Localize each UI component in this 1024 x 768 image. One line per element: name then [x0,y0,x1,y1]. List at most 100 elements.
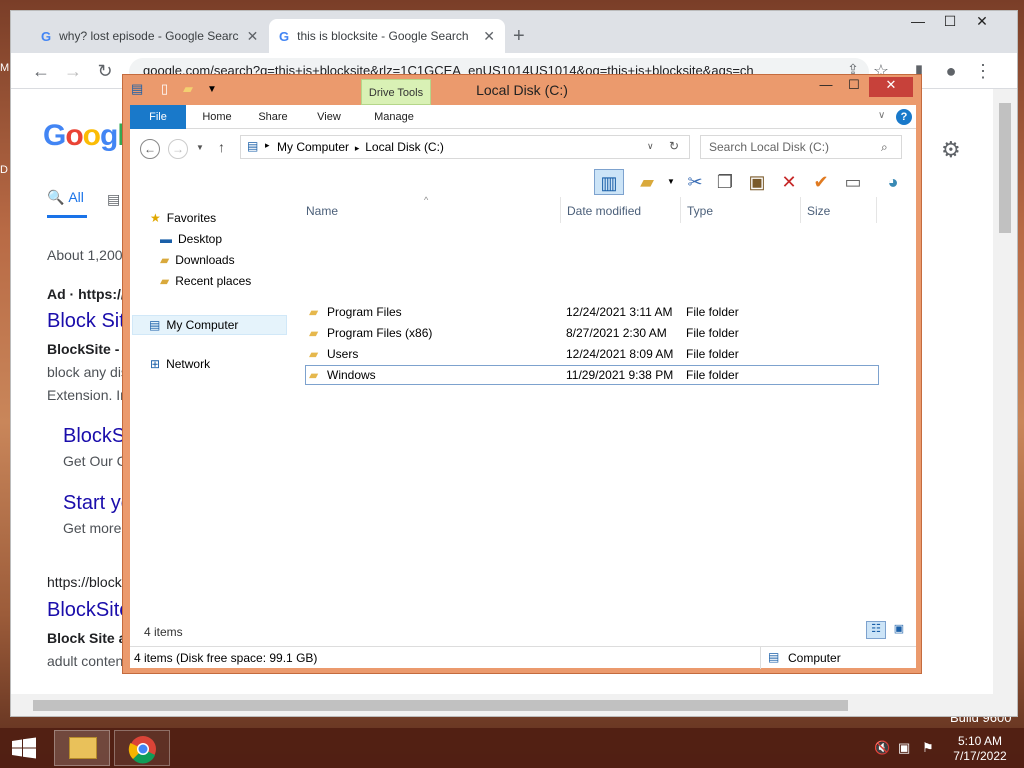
forward-icon[interactable]: → [63,61,83,82]
tab-manage[interactable]: Manage [366,105,422,129]
explorer-content: ★ Favorites ▬ Desktop ▰ Downloads ▰ Recent p… [130,195,916,645]
network-tray-icon[interactable]: ▣ [898,740,910,756]
nav-favorites[interactable]: ★ Favorites [150,211,216,225]
cut-icon[interactable]: ✂ [682,169,708,195]
folder-icon: ▰ [309,347,319,361]
folder-icon: ▰ [309,326,319,340]
globe-icon[interactable]: ◕ [880,169,906,195]
action-center-icon[interactable]: ⚑ [922,740,934,756]
chevron-down-icon[interactable]: ▼ [658,169,684,195]
new-tab-icon[interactable]: + [513,25,525,48]
details-view-icon[interactable]: ☷ [866,621,886,639]
chrome-tab-active[interactable]: G this is blocksite - Google Search ✕ [269,19,505,53]
close-tab-icon[interactable]: ✕ [247,28,259,45]
delete-icon[interactable]: ✕ [776,169,802,195]
desktop-label: D [0,164,8,176]
column-header-size[interactable]: Size [807,197,877,223]
paste-icon[interactable]: ▣ [744,169,770,195]
large-icons-view-icon[interactable]: ▣ [890,622,908,638]
file-type: File folder [686,305,739,319]
computer-icon: ▤ [149,318,161,332]
file-row[interactable]: ▰ Program Files 12/24/2021 3:11 AM File … [305,302,879,322]
file-row[interactable]: ▰ Users 12/24/2021 8:09 AM File folder [305,344,879,364]
checkmark-icon[interactable]: ✔ [808,169,834,195]
maximize-icon[interactable]: ☐ [841,77,867,97]
up-icon[interactable]: ↑ [218,139,225,155]
breadcrumb-my-computer[interactable]: My Computer [277,140,349,154]
tab-home[interactable]: Home [192,105,242,129]
ad-label: Ad · https:// [47,286,125,302]
images-tab-icon[interactable]: ▤ [107,191,120,208]
chrome-tab-bar: G why? lost episode - Google Searc ✕ G t… [11,11,1017,53]
status-text: 4 items (Disk free space: 99.1 GB) [134,651,318,665]
status-location: Computer [788,651,841,665]
explorer-titlebar[interactable]: ▤ ▯ ▰ ▼ Drive Tools Local Disk (C:) — ☐ … [123,75,921,105]
refresh-icon[interactable]: ↻ [669,139,679,153]
google-logo[interactable]: Googl [43,119,126,153]
file-explorer-taskbar-button[interactable] [54,730,110,766]
chevron-right-icon[interactable]: ▸ [265,140,270,151]
search-placeholder: Search Local Disk (C:) [709,140,830,154]
chrome-tab[interactable]: G why? lost episode - Google Searc ✕ [31,19,267,53]
search-input[interactable]: Search Local Disk (C:) ⌕ [700,135,902,159]
minimize-icon[interactable]: — [813,77,839,97]
forward-icon[interactable]: → [168,139,188,159]
nav-label: Recent places [175,274,252,288]
back-icon[interactable]: ← [140,139,160,159]
back-icon[interactable]: ← [31,61,51,82]
recent-locations-icon[interactable]: ▼ [196,143,204,152]
properties-folder-icon[interactable]: ▰ [634,169,660,195]
tab-view[interactable]: View [304,105,354,129]
result-snippet: adult conten [47,653,124,669]
sitelink[interactable]: BlockSi [63,425,130,448]
vertical-scrollbar[interactable] [993,89,1017,694]
rename-icon[interactable]: ▭ [840,169,866,195]
file-row[interactable]: ▰ Program Files (x86) 8/27/2021 2:30 AM … [305,323,879,343]
chrome-taskbar-button[interactable] [114,730,170,766]
column-header-name[interactable]: Name [306,197,561,223]
close-icon[interactable]: ✕ [869,77,913,97]
minimize-icon[interactable]: — [903,13,933,29]
expand-ribbon-icon[interactable]: ∨ [878,110,885,121]
nav-desktop[interactable]: ▬ Desktop [160,232,222,246]
status-bar: 4 items (Disk free space: 99.1 GB) ▤ Com… [130,646,916,669]
copy-icon[interactable]: ❐ [712,169,738,195]
result-url[interactable]: https://block [47,574,122,590]
nav-downloads[interactable]: ▰ Downloads [160,253,235,267]
nav-my-computer[interactable]: ▤ My Computer [132,315,287,335]
close-tab-icon[interactable]: ✕ [483,28,495,45]
result-title-link[interactable]: BlockSite [47,599,130,622]
nav-recent[interactable]: ▰ Recent places [160,274,251,288]
reload-icon[interactable]: ↻ [95,61,115,82]
result-snippet: block any dis [47,364,128,380]
chevron-down-icon[interactable]: ∨ [647,141,654,152]
start-button[interactable] [0,728,48,768]
close-icon[interactable]: ✕ [967,13,997,30]
horizontal-scrollbar[interactable] [11,694,1017,716]
column-header-type[interactable]: Type [687,197,801,223]
help-icon[interactable]: ? [896,109,912,125]
tab-share[interactable]: Share [248,105,298,129]
maximize-icon[interactable]: ☐ [935,13,965,30]
preview-pane-icon[interactable]: ▥ [594,169,624,195]
search-icon[interactable]: ⌕ [881,140,888,155]
menu-icon[interactable]: ⋮ [973,61,993,82]
column-header-date[interactable]: Date modified [567,197,681,223]
nav-network[interactable]: ⊞ Network [150,357,210,371]
address-bar[interactable]: ▤ ▸ My Computer ▸ Local Disk (C:) ∨ ↻ [240,135,690,159]
tab-file[interactable]: File [130,105,186,129]
gear-icon[interactable]: ⚙ [941,137,961,163]
breadcrumb-local-disk[interactable]: Local Disk (C:) [365,140,444,154]
scroll-thumb[interactable] [33,700,848,711]
volume-muted-icon[interactable]: 🔇 [874,740,890,756]
profile-icon[interactable]: ● [941,61,961,82]
scroll-thumb[interactable] [999,103,1011,233]
tab-all[interactable]: 🔍 All [47,189,87,218]
result-snippet: Block Site a [47,630,127,646]
clock[interactable]: 5:10 AM 7/17/2022 [940,734,1020,764]
file-row-selected[interactable]: ▰ Windows 11/29/2021 9:38 PM File folder [305,365,879,385]
clock-date: 7/17/2022 [953,749,1007,763]
clock-time: 5:10 AM [957,734,1003,748]
file-type: File folder [686,368,739,382]
recent-places-icon: ▰ [160,274,170,288]
